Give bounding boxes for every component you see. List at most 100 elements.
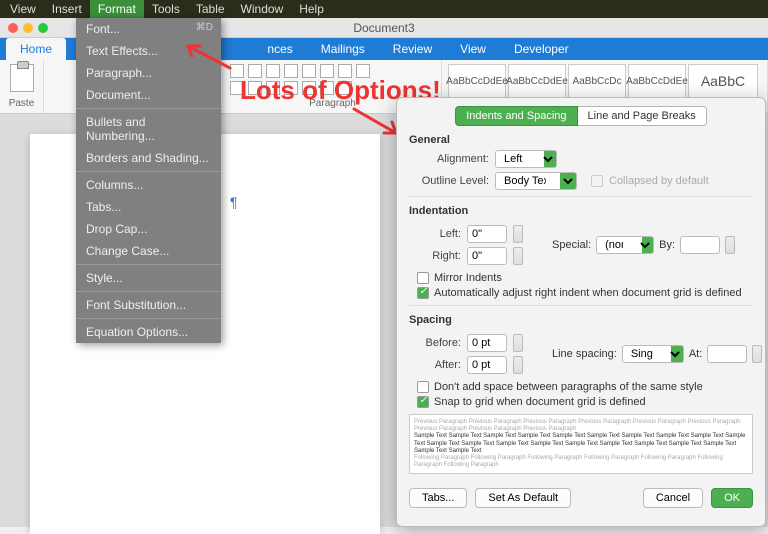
indent-right-label: Right: — [409, 250, 461, 262]
outline-level-label: Outline Level: — [409, 175, 489, 187]
dialog-buttons: Tabs... Set As Default Cancel OK — [397, 480, 765, 516]
stepper-icon[interactable] — [513, 334, 523, 352]
tab-mailings[interactable]: Mailings — [307, 38, 379, 60]
close-icon[interactable] — [8, 23, 18, 33]
stepper-icon[interactable] — [513, 225, 523, 243]
clipboard-group: Paste — [0, 60, 44, 113]
stepper-icon[interactable] — [752, 345, 762, 363]
by-label: By: — [659, 239, 675, 251]
stepper-icon[interactable] — [725, 236, 735, 254]
tab-view[interactable]: View — [446, 38, 500, 60]
paste-icon[interactable] — [10, 64, 34, 92]
menu-window[interactable]: Window — [233, 0, 292, 18]
menu-item-font[interactable]: Font...⌘D — [76, 18, 221, 40]
style-title[interactable]: AaBbC — [688, 64, 758, 98]
menu-table[interactable]: Table — [188, 0, 233, 18]
menu-item-tabs[interactable]: Tabs... — [76, 196, 221, 218]
menu-separator — [76, 108, 221, 109]
tab-review[interactable]: Review — [379, 38, 446, 60]
document-title: Document3 — [353, 21, 414, 35]
arrow-icon — [350, 107, 400, 137]
tabs-button[interactable]: Tabs... — [409, 488, 467, 508]
menu-separator — [76, 264, 221, 265]
menu-separator — [76, 171, 221, 172]
stepper-icon[interactable] — [513, 247, 523, 265]
auto-adjust-label: Automatically adjust right indent when d… — [434, 287, 742, 299]
menu-item-bullets[interactable]: Bullets and Numbering... — [76, 111, 221, 147]
section-indentation: Indentation — [409, 205, 753, 217]
alignment-select[interactable]: Left — [495, 150, 557, 168]
window-controls — [0, 23, 48, 33]
outline-level-select[interactable]: Body Text — [495, 172, 577, 190]
dont-add-space-label: Don't add space between paragraphs of th… — [434, 381, 703, 393]
preview-prev-text: Previous Paragraph Previous Paragraph Pr… — [414, 419, 748, 433]
tab-indents-spacing[interactable]: Indents and Spacing — [455, 106, 577, 126]
tab-developer[interactable]: Developer — [500, 38, 583, 60]
set-default-button[interactable]: Set As Default — [475, 488, 571, 508]
menu-view[interactable]: View — [2, 0, 44, 18]
after-input[interactable] — [467, 356, 507, 374]
menu-item-fontsub[interactable]: Font Substitution... — [76, 294, 221, 316]
style-normal[interactable]: AaBbCcDdEe — [448, 64, 506, 98]
arrow-icon — [182, 40, 232, 70]
menu-separator — [76, 291, 221, 292]
menu-insert[interactable]: Insert — [44, 0, 90, 18]
menu-item-changecase[interactable]: Change Case... — [76, 240, 221, 262]
cancel-button[interactable]: Cancel — [643, 488, 703, 508]
style-heading2[interactable]: AaBbCcDdEe — [628, 64, 686, 98]
menu-item-style[interactable]: Style... — [76, 267, 221, 289]
before-input[interactable] — [467, 334, 507, 352]
menu-item-equation[interactable]: Equation Options... — [76, 321, 221, 343]
paragraph-dialog: Indents and Spacing Line and Page Breaks… — [396, 97, 766, 527]
before-label: Before: — [409, 337, 461, 349]
menu-tools[interactable]: Tools — [144, 0, 188, 18]
style-heading1[interactable]: AaBbCcDc — [568, 64, 626, 98]
menu-separator — [76, 318, 221, 319]
menu-item-columns[interactable]: Columns... — [76, 174, 221, 196]
style-nospacing[interactable]: AaBbCcDdEe — [508, 64, 566, 98]
menu-item-document[interactable]: Document... — [76, 84, 221, 106]
menubar: View Insert Format Tools Table Window He… — [0, 0, 768, 18]
menu-help[interactable]: Help — [291, 0, 332, 18]
special-select[interactable]: (none) — [596, 236, 654, 254]
divider — [409, 196, 753, 197]
paste-label: Paste — [6, 98, 37, 109]
shortcut-label: ⌘D — [196, 22, 213, 33]
maximize-icon[interactable] — [38, 23, 48, 33]
dont-add-space-checkbox[interactable] — [417, 381, 429, 393]
snap-grid-label: Snap to grid when document grid is defin… — [434, 396, 646, 408]
by-input[interactable] — [680, 236, 720, 254]
menu-item-dropcap[interactable]: Drop Cap... — [76, 218, 221, 240]
divider — [409, 305, 753, 306]
line-spacing-label: Line spacing: — [552, 348, 617, 360]
dialog-tabs: Indents and Spacing Line and Page Breaks — [397, 106, 765, 126]
section-spacing: Spacing — [409, 314, 753, 326]
line-spacing-select[interactable]: Single — [622, 345, 684, 363]
menu-format[interactable]: Format — [90, 0, 144, 18]
preview-box: Previous Paragraph Previous Paragraph Pr… — [409, 414, 753, 474]
preview-sample-text: Sample Text Sample Text Sample Text Samp… — [414, 433, 748, 455]
indent-left-label: Left: — [409, 228, 461, 240]
special-label: Special: — [552, 239, 591, 251]
collapsed-checkbox — [591, 175, 603, 187]
snap-grid-checkbox[interactable] — [417, 396, 429, 408]
tab-home[interactable]: Home — [6, 38, 66, 60]
section-general: General — [409, 134, 753, 146]
stepper-icon[interactable] — [513, 356, 523, 374]
after-label: After: — [409, 359, 461, 371]
mirror-indents-checkbox[interactable] — [417, 272, 429, 284]
tab-line-page-breaks[interactable]: Line and Page Breaks — [578, 106, 707, 126]
at-label: At: — [689, 348, 702, 360]
alignment-label: Alignment: — [409, 153, 489, 165]
mirror-indents-label: Mirror Indents — [434, 272, 502, 284]
collapsed-label: Collapsed by default — [609, 175, 709, 187]
minimize-icon[interactable] — [23, 23, 33, 33]
menu-item-borders[interactable]: Borders and Shading... — [76, 147, 221, 169]
tab-references[interactable]: nces — [253, 38, 306, 60]
indent-right-input[interactable] — [467, 247, 507, 265]
ok-button[interactable]: OK — [711, 488, 753, 508]
at-input[interactable] — [707, 345, 747, 363]
indent-left-input[interactable] — [467, 225, 507, 243]
preview-next-text: Following Paragraph Following Paragraph … — [414, 455, 748, 469]
auto-adjust-checkbox[interactable] — [417, 287, 429, 299]
